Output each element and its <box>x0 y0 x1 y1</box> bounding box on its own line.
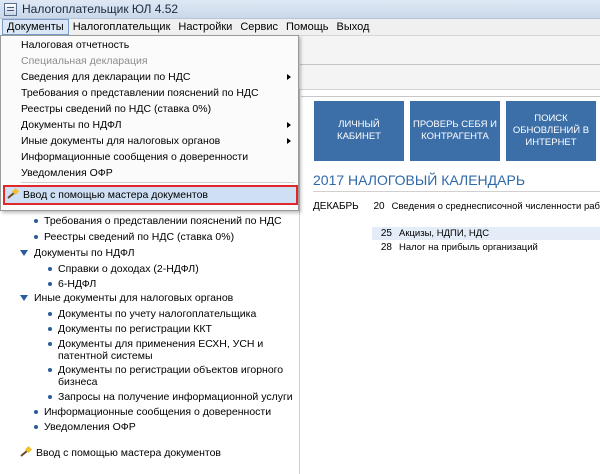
expand-arrow-icon[interactable] <box>20 250 28 256</box>
menu-item-vat-registers[interactable]: Реестры сведений по НДС (ставка 0%) <box>1 101 298 117</box>
tree-item[interactable]: Документы по учету налогоплательщика <box>48 307 256 321</box>
calendar-entry[interactable]: 20 Сведения о среднесписочной численност… <box>372 200 600 213</box>
tree-item-label: Информационные сообщения о доверенности <box>44 406 272 418</box>
menu-item-label: Информационные сообщения о доверенности <box>21 151 249 163</box>
bullet-icon <box>48 327 52 331</box>
calendar-text: Акцизы, НДПИ, НДС <box>399 228 490 239</box>
tree-item-label: Требования о представлении пояснений по … <box>44 215 282 227</box>
menu-item-tax-reporting[interactable]: Налоговая отчетность <box>1 37 298 53</box>
tree-item-label: Запросы на получение информационной услу… <box>58 391 293 403</box>
calendar-day: 28 <box>380 242 392 253</box>
menu-bar: Документы Налогоплательщик Настройки Сер… <box>0 19 600 36</box>
tree-folder[interactable]: Иные документы для налоговых органов <box>20 291 233 305</box>
tree-item[interactable]: Уведомления ОФР <box>34 420 136 434</box>
title-bar: Налогоплательщик ЮЛ 4.52 <box>0 0 600 19</box>
bullet-icon <box>48 368 52 372</box>
check-counterparty-tile[interactable]: ПРОВЕРЬ СЕБЯ И КОНТРАГЕНТА <box>410 101 500 161</box>
tree-folder-label: Иные документы для налоговых органов <box>34 292 234 304</box>
tree-item[interactable]: Справки о доходах (2-НДФЛ) <box>48 262 199 276</box>
bullet-icon <box>34 219 38 223</box>
menu-item-label: Иные документы для налоговых органов <box>21 135 221 147</box>
menu-item-special-declaration: Специальная декларация <box>1 53 298 69</box>
search-updates-tile[interactable]: ПОИСК ОБНОВЛЕНИЙ В ИНТЕРНЕТ <box>506 101 596 161</box>
calendar-entry[interactable]: 25 Акцизы, НДПИ, НДС <box>372 227 600 240</box>
personal-cabinet-tile[interactable]: ЛИЧНЫЙ КАБИНЕТ <box>314 101 404 161</box>
menu-documents[interactable]: Документы <box>2 19 69 35</box>
menu-help[interactable]: Помощь <box>282 20 333 35</box>
calendar-text: Налог на прибыль организаций <box>399 242 538 253</box>
calendar-entry[interactable]: 28 Налог на прибыль организаций <box>372 241 600 254</box>
tree-item-continuation: бизнеса <box>58 376 98 388</box>
menu-exit[interactable]: Выход <box>333 20 374 35</box>
magic-wand-icon <box>20 447 32 459</box>
submenu-arrow-icon <box>287 138 291 144</box>
submenu-arrow-icon <box>287 122 291 128</box>
tree-item[interactable]: Документы по регистрации ККТ <box>48 322 212 336</box>
bullet-icon <box>34 425 38 429</box>
menu-item-label: Специальная декларация <box>21 55 148 67</box>
menu-item-vat-declaration-info[interactable]: Сведения для декларации по НДС <box>1 69 298 85</box>
tree-item-continuation: патентной системы <box>58 350 153 362</box>
menu-separator <box>21 182 295 183</box>
tree-item-label: Справки о доходах (2-НДФЛ) <box>58 263 199 275</box>
tree-item-label: Уведомления ОФР <box>44 421 136 433</box>
bullet-icon <box>34 410 38 414</box>
window-title: Налогоплательщик ЮЛ 4.52 <box>22 2 179 16</box>
calendar-text: Сведения о среднесписочной численности р… <box>391 201 600 212</box>
menu-item-label: Требования о представлении пояснений по … <box>21 87 259 99</box>
bullet-icon <box>48 282 52 286</box>
tree-item-label: Ввод с помощью мастера документов <box>36 447 221 459</box>
calendar-divider <box>313 191 600 192</box>
menu-item-ofr-notifications[interactable]: Уведомления ОФР <box>1 165 298 181</box>
magic-wand-icon <box>7 189 19 201</box>
bullet-icon <box>48 312 52 316</box>
menu-item-vat-explanations[interactable]: Требования о представлении пояснений по … <box>1 85 298 101</box>
app-icon <box>4 2 17 16</box>
menu-item-label: Сведения для декларации по НДС <box>21 71 191 83</box>
menu-item-label: Уведомления ОФР <box>21 167 113 179</box>
submenu-arrow-icon <box>287 74 291 80</box>
bullet-icon <box>34 235 38 239</box>
menu-item-label: Реестры сведений по НДС (ставка 0%) <box>21 103 212 115</box>
menu-item-label: Документы по НДФЛ <box>21 119 122 131</box>
bullet-icon <box>48 267 52 271</box>
documents-dropdown-menu: Налоговая отчетность Специальная деклара… <box>0 35 299 211</box>
menu-service[interactable]: Сервис <box>236 20 282 35</box>
panel-divider <box>301 96 600 97</box>
tree-item[interactable]: 6-НДФЛ <box>48 277 96 291</box>
menu-item-document-wizard[interactable]: Ввод с помощью мастера документов <box>3 185 298 205</box>
menu-item-ndfl-documents[interactable]: Документы по НДФЛ <box>1 117 298 133</box>
tax-calendar-title: 2017 НАЛОГОВЫЙ КАЛЕНДАРЬ <box>313 172 526 188</box>
menu-item-power-of-attorney-messages[interactable]: Информационные сообщения о доверенности <box>1 149 298 165</box>
tree-item-label: Документы по учету налогоплательщика <box>58 308 257 320</box>
bullet-icon <box>48 342 52 346</box>
menu-item-other-documents[interactable]: Иные документы для налоговых органов <box>1 133 298 149</box>
tree-item[interactable]: Информационные сообщения о доверенности <box>34 405 271 419</box>
menu-item-label: Ввод с помощью мастера документов <box>23 189 208 201</box>
calendar-month: ДЕКАБРЬ <box>313 201 359 212</box>
tree-folder-label: Документы по НДФЛ <box>34 247 135 259</box>
tree-item[interactable]: Запросы на получение информационной услу… <box>48 390 293 404</box>
tree-folder[interactable]: Документы по НДФЛ <box>20 246 134 260</box>
expand-arrow-icon[interactable] <box>20 295 28 301</box>
tree-item[interactable]: Реестры сведений по НДС (ставка 0%) <box>34 230 234 244</box>
toolbar-divider <box>300 64 600 65</box>
bullet-icon <box>48 395 52 399</box>
tree-item-label: 6-НДФЛ <box>58 278 97 290</box>
calendar-day: 25 <box>380 228 392 239</box>
tree-item[interactable]: Требования о представлении пояснений по … <box>34 214 282 228</box>
menu-item-label: Налоговая отчетность <box>21 39 130 51</box>
tree-item-label: Реестры сведений по НДС (ставка 0%) <box>44 231 235 243</box>
menu-taxpayer[interactable]: Налогоплательщик <box>69 20 175 35</box>
menu-settings[interactable]: Настройки <box>174 20 236 35</box>
tree-item-label: Документы по регистрации ККТ <box>58 323 212 335</box>
tree-wizard-item[interactable]: Ввод с помощью мастера документов <box>20 446 221 460</box>
calendar-day: 20 <box>373 201 385 212</box>
